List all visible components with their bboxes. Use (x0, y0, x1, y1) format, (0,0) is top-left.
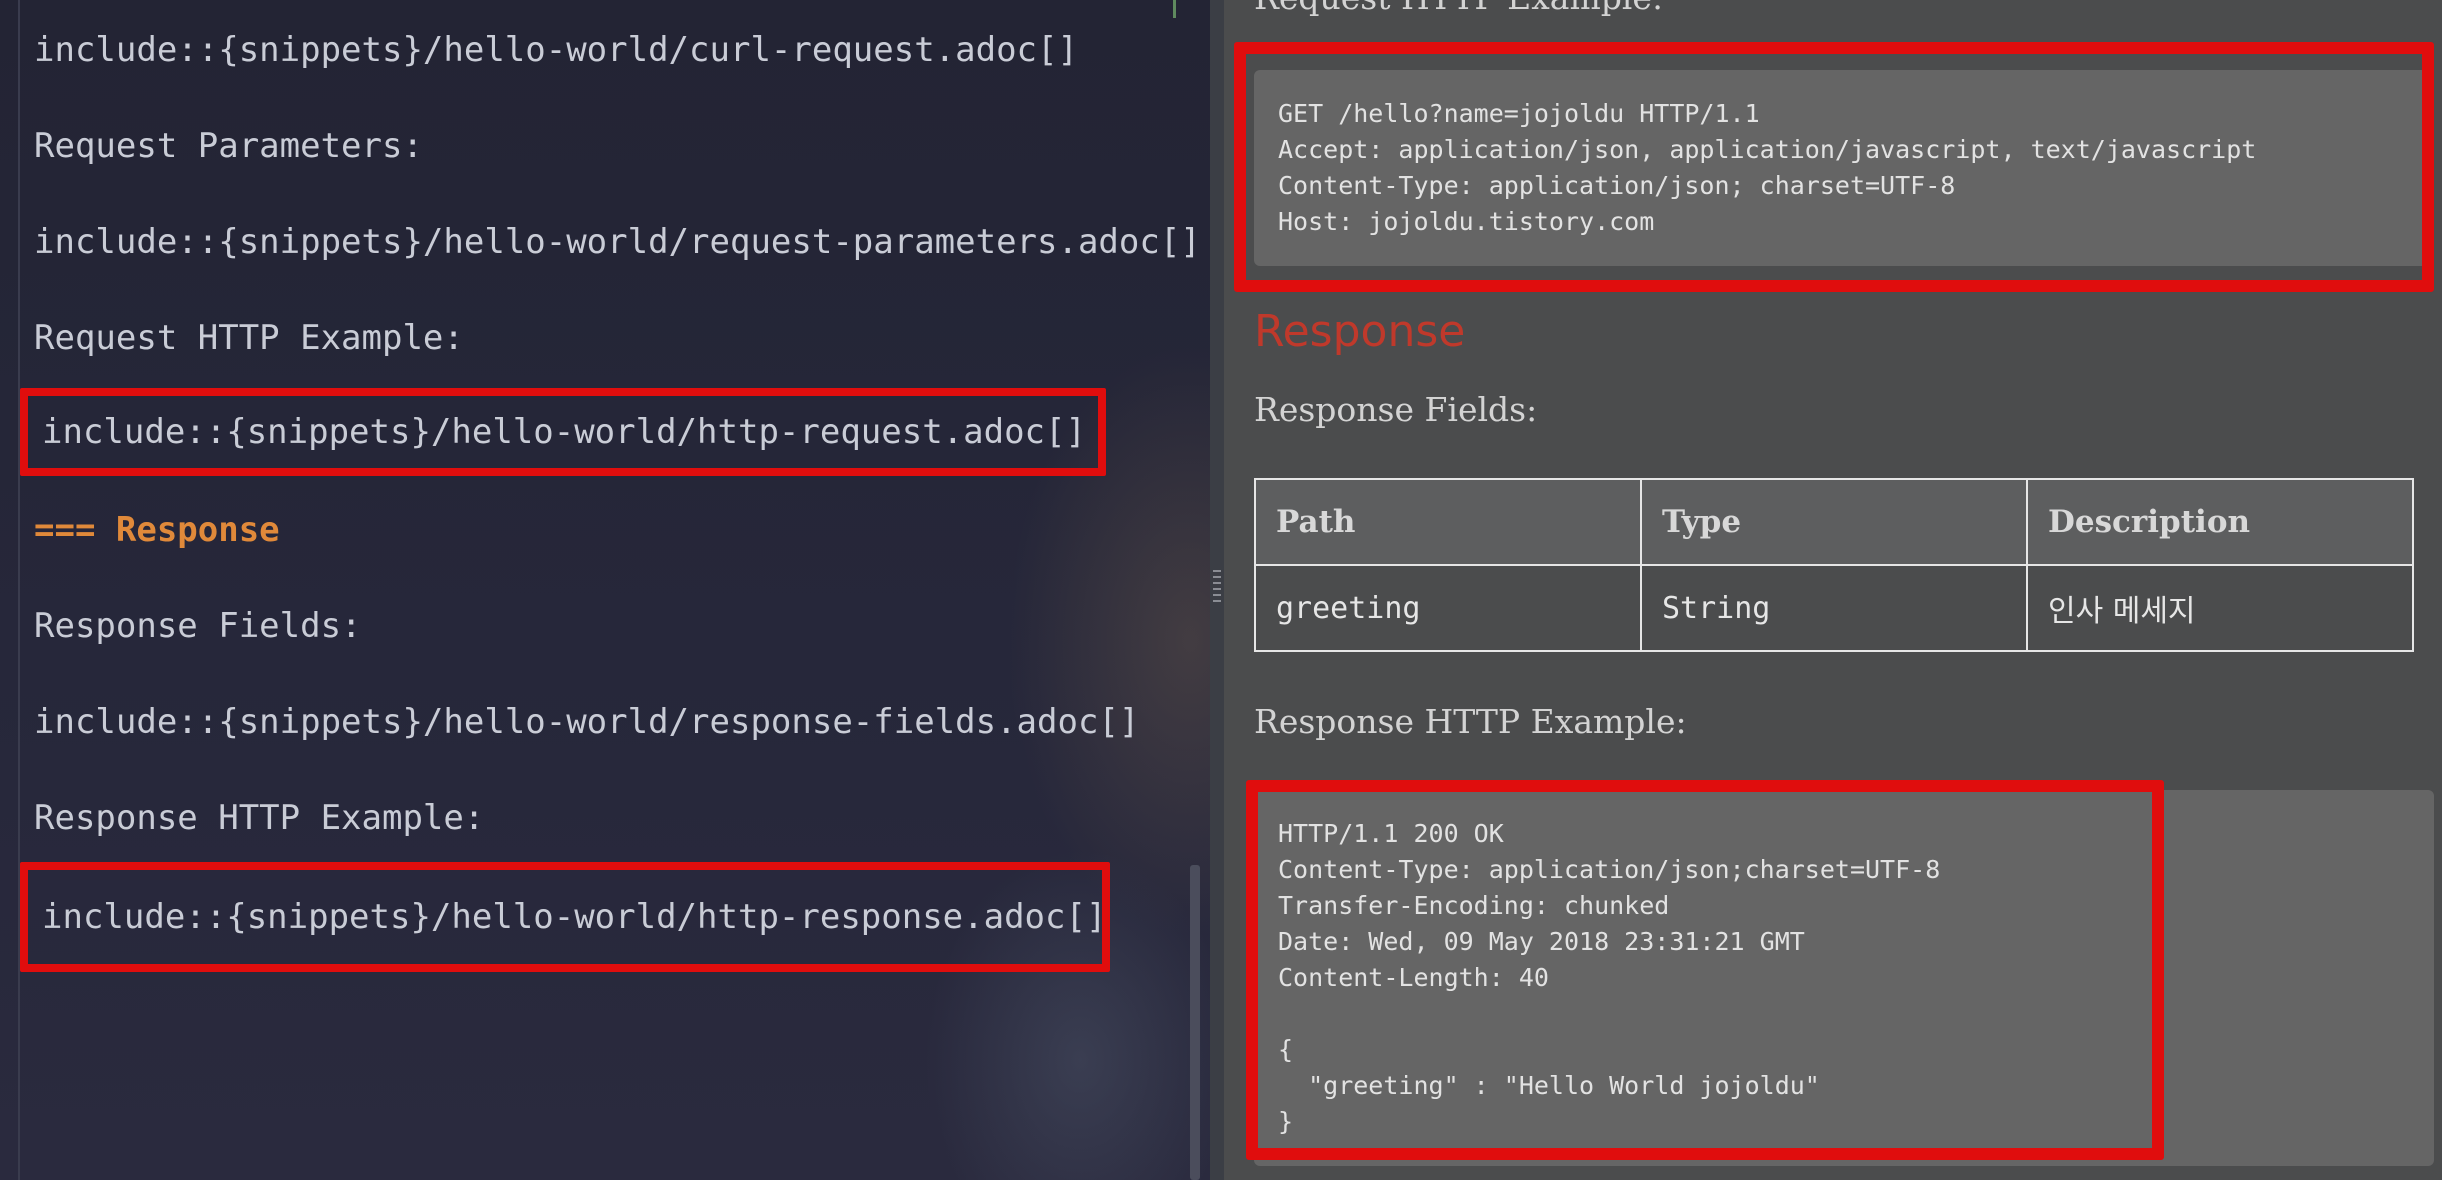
response-fields-table: Path Type Description greeting String 인사… (1254, 478, 2414, 652)
editor-line-request-parameters-label[interactable]: Request Parameters: (34, 124, 423, 168)
table-cell-description: 인사 메세지 (2026, 564, 2414, 652)
editor-gutter-line (18, 0, 20, 1180)
table-header-row: Path Type Description (1254, 478, 2414, 566)
request-highlight-frame (1234, 42, 2434, 292)
editor-line-request-parameters-include[interactable]: include::{snippets}/hello-world/request-… (34, 220, 1201, 264)
editor-change-marker (1173, 0, 1176, 18)
editor-line-http-response-include[interactable]: include::{snippets}/hello-world/http-res… (20, 862, 1110, 972)
editor-line-http-request-include[interactable]: include::{snippets}/hello-world/http-req… (20, 388, 1106, 476)
splitter-grip-icon[interactable] (1213, 570, 1221, 606)
editor-line-request-http-label[interactable]: Request HTTP Example: (34, 316, 464, 360)
table-row: greeting String 인사 메세지 (1254, 564, 2414, 652)
preview-pane[interactable]: Request HTTP Example: GET /hello?name=jo… (1224, 0, 2442, 1180)
table-header-description: Description (2026, 478, 2414, 566)
table-header-type: Type (1640, 478, 2028, 566)
editor-line-response-http-label[interactable]: Response HTTP Example: (34, 796, 484, 840)
response-http-example-label: Response HTTP Example: (1254, 702, 1687, 741)
editor-line-response-fields-label[interactable]: Response Fields: (34, 604, 362, 648)
editor-line-response-heading[interactable]: === Response (34, 508, 280, 552)
response-section-title: Response (1254, 306, 1466, 357)
response-fields-label: Response Fields: (1254, 390, 1538, 429)
editor-scrollbar-thumb[interactable] (1190, 865, 1200, 1180)
table-header-path: Path (1254, 478, 1642, 566)
table-cell-path: greeting (1254, 564, 1642, 652)
response-highlight-frame (1246, 780, 2164, 1160)
editor-line-curl-request-include[interactable]: include::{snippets}/hello-world/curl-req… (34, 28, 1078, 72)
table-cell-type: String (1640, 564, 2028, 652)
request-http-example-label: Request HTTP Example: (1254, 0, 1663, 17)
editor-pane[interactable]: include::{snippets}/hello-world/curl-req… (0, 0, 1210, 1180)
pane-splitter[interactable] (1210, 0, 1224, 1180)
editor-line-response-fields-include[interactable]: include::{snippets}/hello-world/response… (34, 700, 1139, 744)
